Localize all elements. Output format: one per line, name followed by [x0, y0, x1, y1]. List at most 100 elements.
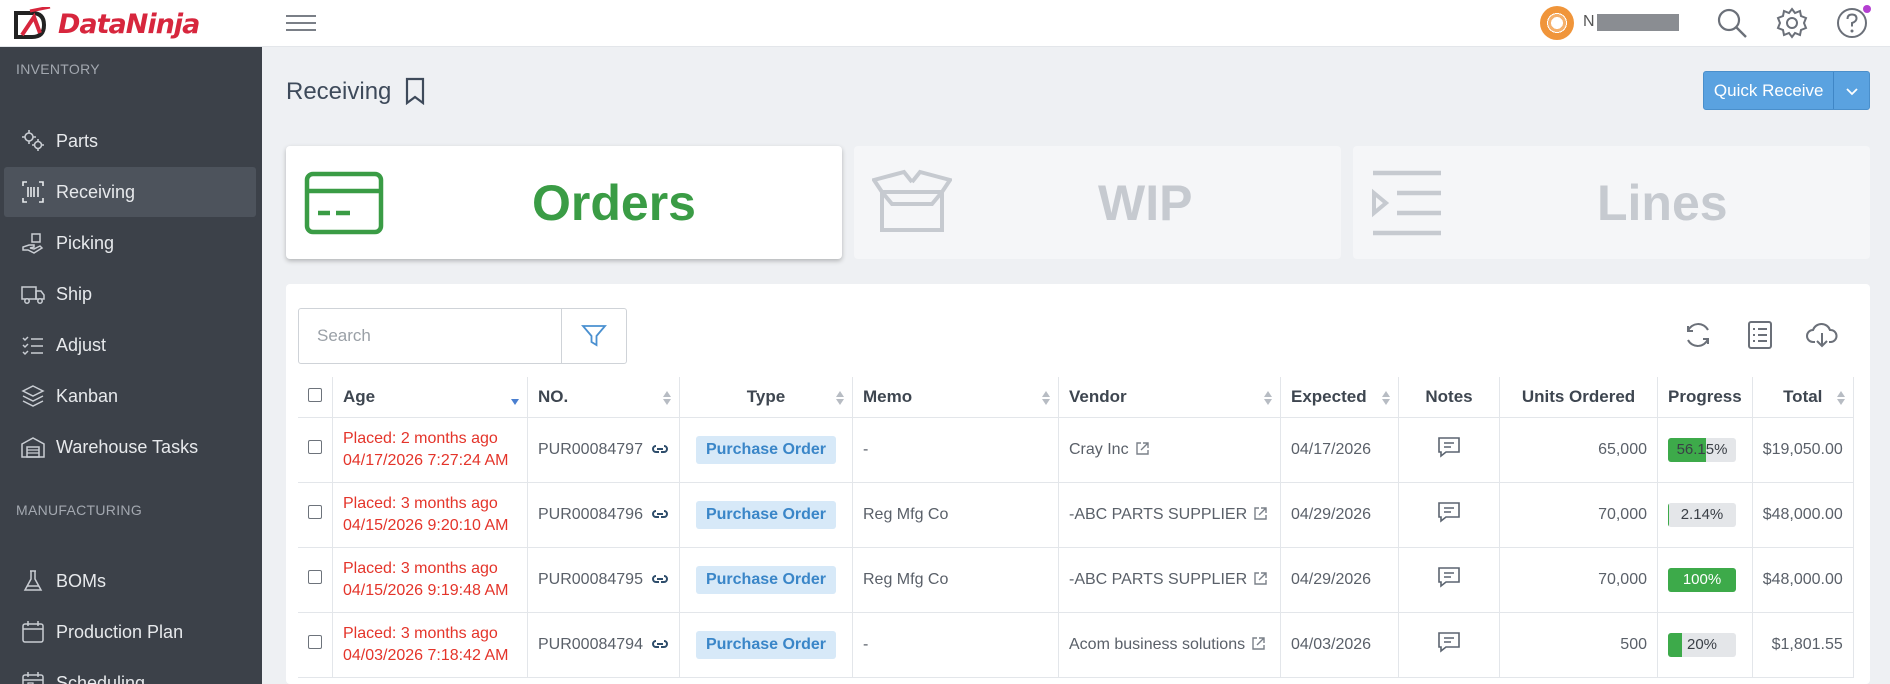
table-row[interactable]: Placed: 3 months ago 04/15/2026 9:19:48 A…	[298, 547, 1854, 613]
order-number[interactable]: PUR00084794	[538, 636, 643, 653]
progress-label: 20%	[1686, 636, 1718, 653]
sidebar-item-boms[interactable]: BOMs	[4, 556, 256, 606]
row-checkbox[interactable]	[308, 570, 322, 584]
comment-icon[interactable]	[1436, 565, 1462, 589]
order-number[interactable]: PUR00084797	[538, 441, 643, 458]
col-memo[interactable]: Memo	[852, 377, 1059, 418]
sidebar-item-label: BOMs	[56, 570, 107, 591]
order-type-badge[interactable]: Purchase Order	[695, 565, 837, 594]
order-number-cell[interactable]: PUR00084796	[527, 482, 680, 548]
col-no[interactable]: NO.	[527, 377, 680, 418]
chain-link-icon	[652, 510, 668, 519]
tab-wip[interactable]: WIP	[854, 146, 1341, 259]
col-label: Age	[343, 386, 376, 406]
user-name[interactable]: N	[1583, 13, 1595, 31]
age-cell: Placed: 2 months ago 04/17/2026 7:27:24 A…	[332, 417, 528, 483]
quick-receive-button[interactable]: Quick Receive	[1703, 71, 1870, 110]
vendor-cell[interactable]: -ABC PARTS SUPPLIER	[1058, 482, 1281, 548]
order-number-cell[interactable]: PUR00084794	[527, 612, 680, 678]
gear-icon[interactable]	[1775, 6, 1809, 40]
notes-cell[interactable]	[1398, 482, 1500, 548]
vendor-name[interactable]: Acom business solutions	[1069, 636, 1245, 653]
table-row[interactable]: Placed: 2 months ago 04/17/2026 7:27:24 A…	[298, 417, 1854, 483]
progress-bar: 100%	[1668, 567, 1736, 592]
progress-label: 100%	[1682, 571, 1722, 588]
sidebar-item-adjust[interactable]: Adjust	[4, 320, 256, 370]
order-number[interactable]: PUR00084795	[538, 571, 643, 588]
row-checkbox[interactable]	[308, 440, 322, 454]
tab-lines[interactable]: Lines	[1353, 146, 1870, 259]
table-row[interactable]: Placed: 3 months ago 04/15/2026 9:20:10 A…	[298, 482, 1854, 548]
section-manufacturing: MANUFACTURING	[16, 502, 143, 518]
vendor-cell[interactable]: -ABC PARTS SUPPLIER	[1058, 547, 1281, 613]
external-link-icon[interactable]	[1135, 441, 1150, 456]
col-vendor[interactable]: Vendor	[1058, 377, 1281, 418]
notes-cell[interactable]	[1398, 417, 1500, 483]
avatar[interactable]	[1540, 6, 1574, 40]
tab-orders-label: Orders	[532, 174, 696, 231]
sort-icon	[1382, 391, 1390, 405]
sort-icon	[663, 391, 671, 405]
vendor-name[interactable]: Cray Inc	[1069, 441, 1129, 458]
column-list-icon[interactable]	[1744, 319, 1776, 351]
sidebar-item-ship[interactable]: Ship	[4, 269, 256, 319]
col-total[interactable]: Total	[1752, 377, 1854, 418]
sidebar-item-label: Picking	[56, 232, 115, 253]
external-link-icon[interactable]	[1251, 636, 1266, 651]
comment-icon[interactable]	[1436, 500, 1462, 524]
sidebar-item-kanban[interactable]: Kanban	[4, 371, 256, 421]
order-type-badge[interactable]: Purchase Order	[695, 500, 837, 529]
page-title: Receiving	[286, 78, 392, 105]
bookmark-icon[interactable]	[404, 77, 426, 105]
vendor-cell[interactable]: Cray Inc	[1058, 417, 1281, 483]
external-link-icon[interactable]	[1253, 506, 1268, 521]
table-row[interactable]: Placed: 3 months ago 04/03/2026 7:18:42 A…	[298, 612, 1854, 678]
cloud-download-icon[interactable]	[1806, 319, 1838, 351]
vendor-cell[interactable]: Acom business solutions	[1058, 612, 1281, 678]
memo-cell: -	[852, 417, 1059, 483]
col-type[interactable]: Type	[679, 377, 853, 418]
external-link-icon[interactable]	[1253, 571, 1268, 586]
order-number[interactable]: PUR00084796	[538, 506, 643, 523]
sort-icon	[1264, 391, 1272, 405]
sidebar-item-warehouse-tasks[interactable]: Warehouse Tasks	[4, 422, 256, 472]
refresh-icon[interactable]	[1682, 319, 1714, 351]
progress-cell: 100%	[1657, 547, 1753, 613]
filter-button[interactable]	[561, 308, 627, 364]
col-expected[interactable]: Expected	[1280, 377, 1399, 418]
sort-icon	[1836, 391, 1845, 405]
order-total: $48,000.00	[1762, 570, 1843, 588]
sidebar-item-receiving[interactable]: Receiving	[4, 167, 256, 217]
tab-orders[interactable]: Orders	[286, 146, 842, 259]
search-input[interactable]: Search	[298, 308, 562, 364]
comment-icon[interactable]	[1436, 630, 1462, 654]
order-type-badge[interactable]: Purchase Order	[695, 435, 837, 464]
progress-label: 2.14%	[1680, 506, 1724, 523]
menu-toggle-icon[interactable]	[286, 10, 316, 36]
sidebar-item-picking[interactable]: Picking	[4, 218, 256, 268]
notes-cell[interactable]	[1398, 547, 1500, 613]
row-checkbox[interactable]	[308, 635, 322, 649]
order-type-badge[interactable]: Purchase Order	[695, 630, 837, 659]
sidebar-item-parts[interactable]: Parts	[4, 116, 256, 166]
notes-cell[interactable]	[1398, 612, 1500, 678]
order-number-cell[interactable]: PUR00084797	[527, 417, 680, 483]
app-logo[interactable]: DataNinja	[12, 6, 200, 42]
memo-text: -	[863, 635, 869, 653]
col-age[interactable]: Age	[332, 377, 528, 418]
progress-bar: 56.15%	[1668, 437, 1736, 462]
sidebar-item-production-plan[interactable]: Production Plan	[4, 607, 256, 657]
filter-icon	[581, 325, 607, 347]
table-header-row: Age NO. Type Memo Vendor Expected Notes …	[298, 377, 1854, 418]
row-checkbox[interactable]	[308, 505, 322, 519]
sidebar-item-scheduling[interactable]: Scheduling	[4, 658, 256, 684]
row-select-cell	[298, 612, 333, 678]
col-label: Notes	[1425, 386, 1473, 406]
quick-receive-dropdown[interactable]	[1833, 72, 1869, 109]
vendor-name[interactable]: -ABC PARTS SUPPLIER	[1069, 571, 1247, 588]
search-icon[interactable]	[1715, 6, 1749, 40]
comment-icon[interactable]	[1436, 435, 1462, 459]
select-all-checkbox[interactable]	[308, 387, 322, 402]
order-number-cell[interactable]: PUR00084795	[527, 547, 680, 613]
vendor-name[interactable]: -ABC PARTS SUPPLIER	[1069, 506, 1247, 523]
